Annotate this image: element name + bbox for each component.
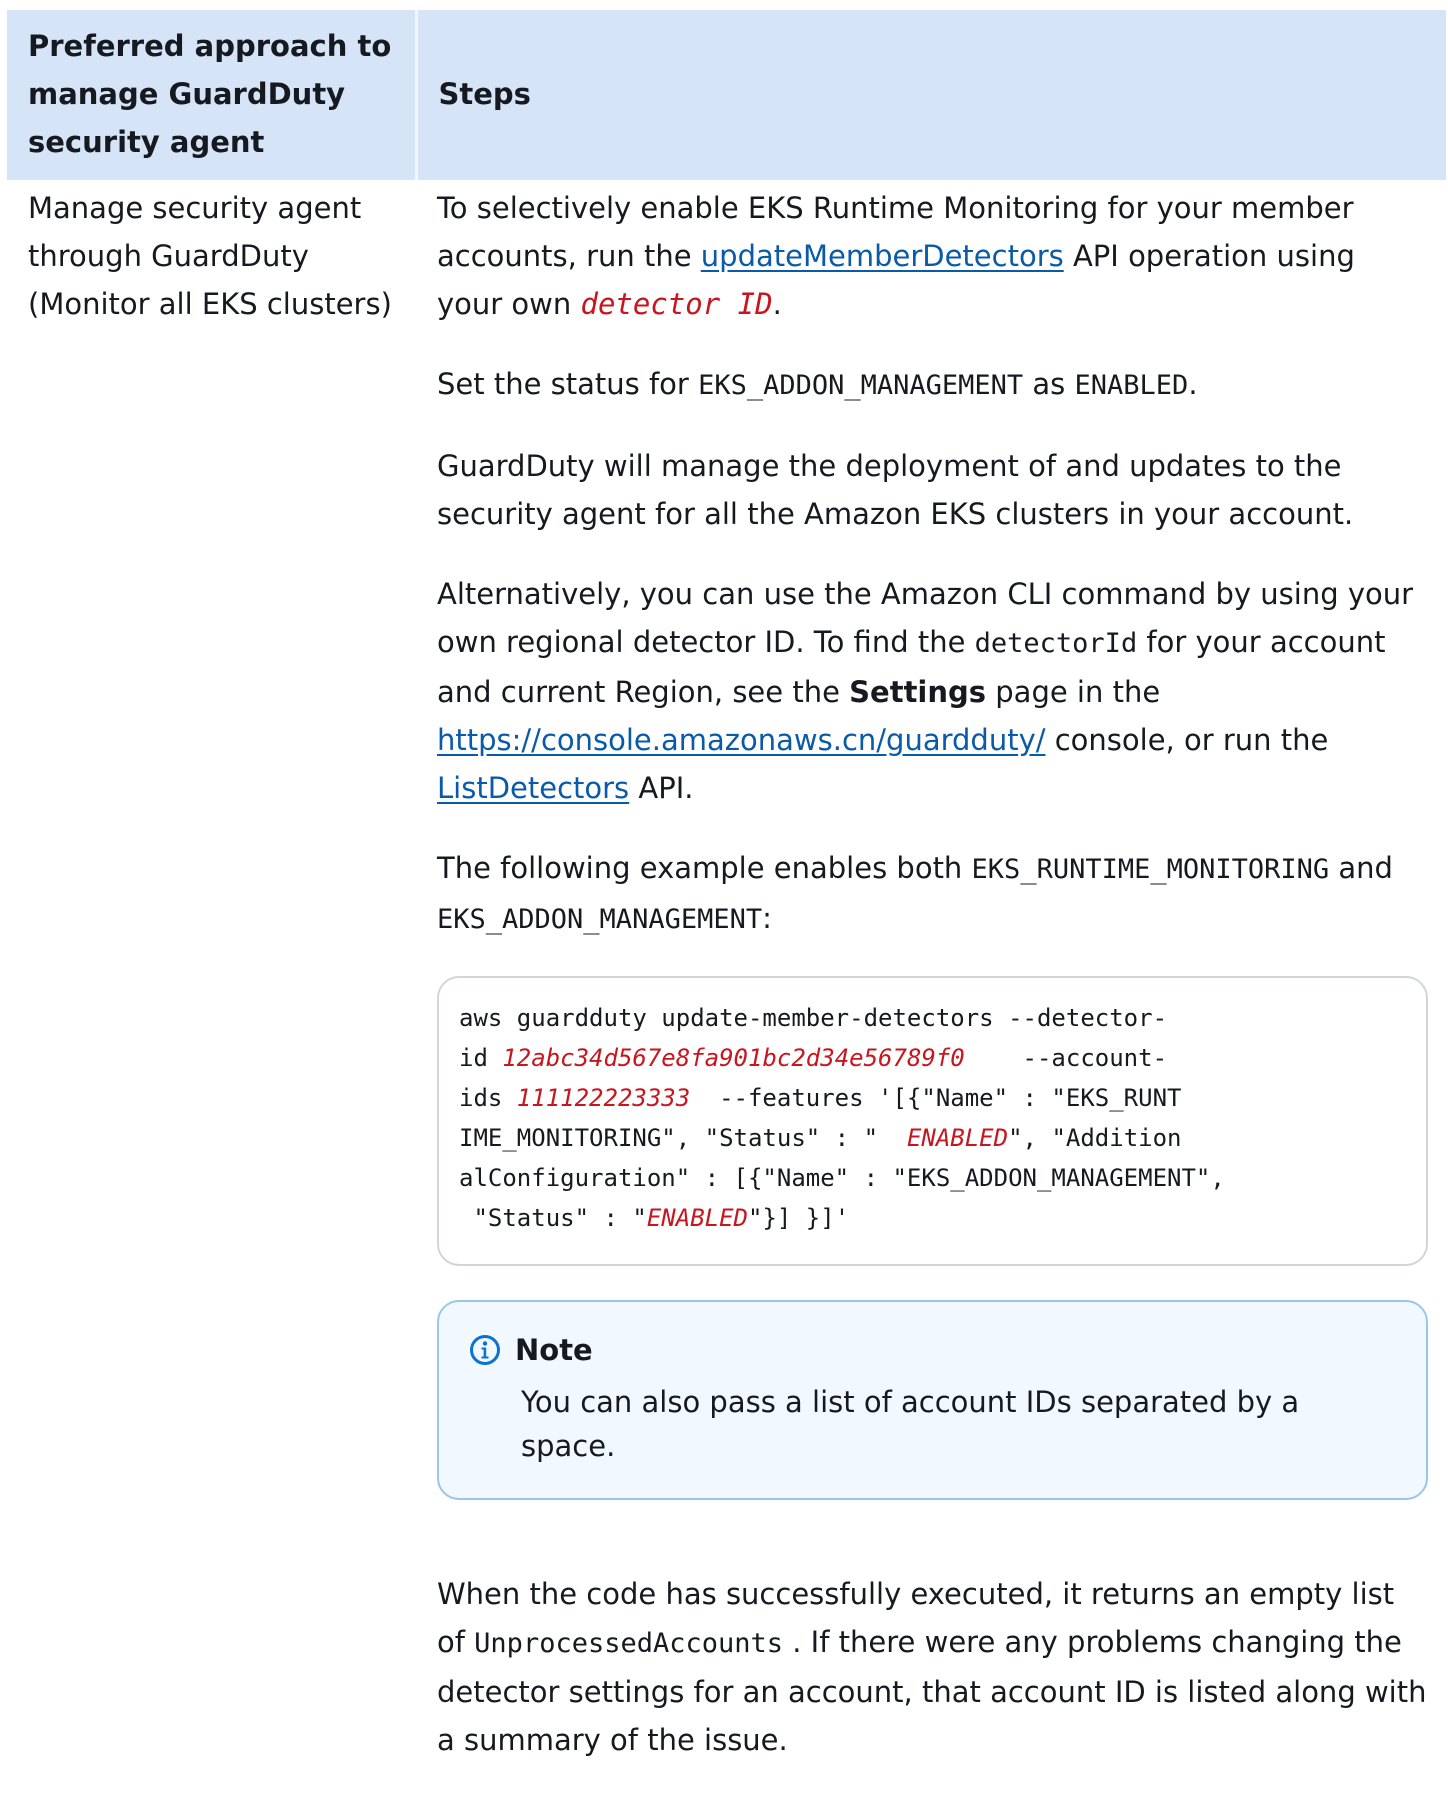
text: console, or run the (1045, 723, 1329, 757)
text: as (1023, 367, 1075, 401)
code-account-id-value: 111122223333 (516, 1084, 691, 1112)
code-text: ", "Addition (1008, 1124, 1182, 1152)
inline-code-detector-id: detectorId (974, 628, 1138, 659)
table-header-row: Preferred approach to manage GuardDuty s… (7, 10, 1446, 180)
text: . (1188, 367, 1198, 401)
inline-code-addon-management: EKS_ADDON_MANAGEMENT (698, 370, 1024, 401)
code-enabled-value: ENABLED (906, 1124, 1009, 1152)
code-enabled-value: ENABLED (646, 1204, 748, 1232)
text: . (772, 287, 782, 321)
steps-cell: To selectively enable EKS Runtime Monito… (416, 180, 1446, 1796)
text: The following example enables both (437, 851, 972, 885)
text: : (762, 901, 772, 935)
list-detectors-link[interactable]: ListDetectors (437, 771, 629, 805)
step-paragraph-enable: To selectively enable EKS Runtime Monito… (437, 184, 1428, 328)
step-paragraph-cli: Alternatively, you can use the Amazon CL… (437, 570, 1428, 812)
inline-code-unprocessed-accounts: UnprocessedAccounts (474, 1628, 784, 1659)
info-circle-icon (470, 1335, 500, 1365)
code-text: "}] }]' (748, 1204, 850, 1232)
code-text: --account- (964, 1044, 1168, 1072)
note-title: Note (515, 1333, 593, 1367)
code-text: ids (459, 1084, 517, 1112)
text: and (1329, 851, 1393, 885)
settings-label: Settings (849, 675, 987, 709)
approach-cell: Manage security agent through GuardDuty … (7, 180, 416, 1796)
approach-table-container: Preferred approach to manage GuardDuty s… (7, 10, 1446, 1796)
step-paragraph-status: Set the status for EKS_ADDON_MANAGEMENT … (437, 360, 1428, 410)
code-line: aws guardduty update-member-detectors --… (459, 1004, 1168, 1032)
header-steps: Steps (416, 10, 1446, 180)
guardduty-console-link[interactable]: https://console.amazonaws.cn/guardduty/ (437, 723, 1046, 757)
approach-table: Preferred approach to manage GuardDuty s… (7, 10, 1446, 1796)
step-paragraph-example: The following example enables both EKS_R… (437, 844, 1428, 944)
note-body: You can also pass a list of account IDs … (521, 1385, 1300, 1463)
update-member-detectors-link[interactable]: updateMemberDetectors (701, 239, 1064, 273)
code-text: --features '[{"Name" : "EKS_RUNT (690, 1084, 1182, 1112)
inline-code-enabled: ENABLED (1074, 370, 1189, 401)
detector-id-variable: detector ID (580, 287, 773, 321)
code-text: id (459, 1044, 503, 1072)
text: page in the (986, 675, 1161, 709)
code-text: "Status" : " (459, 1204, 647, 1232)
step-paragraph-result: When the code has successfully executed,… (437, 1570, 1428, 1764)
header-approach: Preferred approach to manage GuardDuty s… (7, 10, 418, 180)
text: API. (629, 771, 694, 805)
note-header: Note (469, 1330, 1398, 1370)
text: Set the status for (437, 367, 699, 401)
inline-code-runtime-monitoring: EKS_RUNTIME_MONITORING (971, 854, 1330, 885)
table-row: Manage security agent through GuardDuty … (7, 180, 1446, 1796)
code-text: IME_MONITORING", "Status" : " (459, 1124, 907, 1152)
cli-code-block[interactable]: aws guardduty update-member-detectors --… (437, 976, 1428, 1266)
step-paragraph-manage: GuardDuty will manage the deployment of … (437, 449, 1354, 531)
note-callout: Note You can also pass a list of account… (437, 1300, 1428, 1500)
inline-code-addon-management-2: EKS_ADDON_MANAGEMENT (437, 904, 763, 935)
code-line: alConfiguration" : [{"Name" : "EKS_ADDON… (459, 1164, 1225, 1192)
code-detector-id-value: 12abc34d567e8fa901bc2d34e56789f0 (502, 1044, 965, 1072)
